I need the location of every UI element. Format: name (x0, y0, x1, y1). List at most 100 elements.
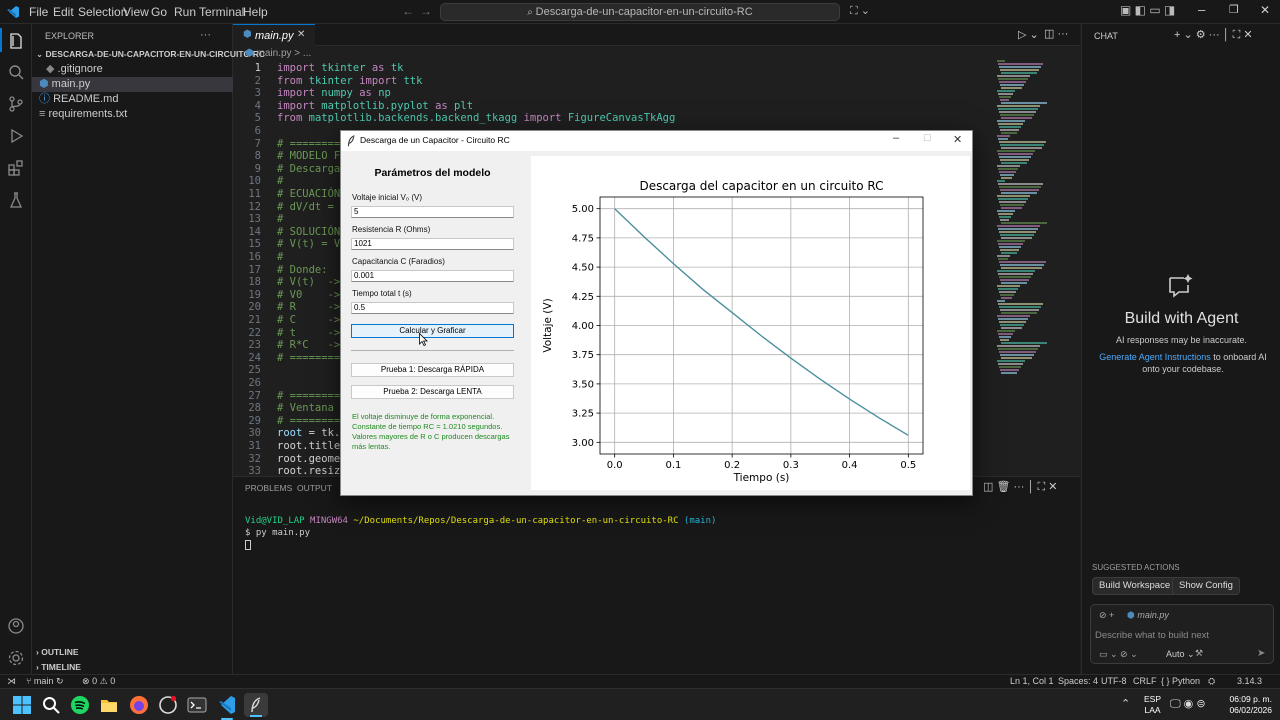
send-icon[interactable]: ➤ (1257, 648, 1265, 659)
run-file-icon[interactable]: ▷ ⌄ (1018, 28, 1039, 41)
file-requirements[interactable]: ≡ requirements.txt (32, 107, 233, 122)
layout-toggle-icons[interactable]: ▣ ◧ ▭ ◨ (1120, 3, 1175, 17)
testing-flask-icon[interactable] (7, 191, 25, 209)
code-line: from tkinter import ttk (277, 74, 423, 87)
outline-section[interactable]: › OUTLINE (32, 645, 233, 660)
close-window-icon[interactable]: ✕ (1260, 3, 1270, 17)
menu-go[interactable]: Go (151, 5, 167, 19)
model-picker[interactable]: Auto ⌄ (1166, 649, 1195, 660)
clock[interactable]: 06:09 p. m. 06/02/2026 (1222, 694, 1272, 716)
x-tick-label: 0.0 (607, 460, 623, 471)
source-control-icon[interactable] (7, 95, 25, 113)
back-arrow-icon[interactable]: ← (402, 4, 414, 18)
extensions-icon[interactable] (7, 159, 25, 177)
chat-toolbar-icons[interactable]: + ⌄ ⚙ ··· │ ⛶ ✕ (1174, 28, 1253, 42)
firefox-icon[interactable] (129, 695, 149, 715)
menu-run[interactable]: Run (174, 5, 196, 19)
close-tab-icon[interactable]: ✕ (297, 29, 305, 40)
show-config-button[interactable]: Show Config (1172, 577, 1240, 595)
tk-minimize-icon[interactable]: – (893, 132, 899, 144)
capacitance-input[interactable]: 0.001 (351, 270, 514, 282)
attach-icon[interactable]: ⊘ + (1099, 610, 1114, 621)
error-count: 0 (92, 676, 98, 686)
minimap[interactable] (995, 60, 1075, 380)
language-mode[interactable]: { } Python (1161, 676, 1200, 686)
minimap-line (998, 258, 1008, 260)
voltage-input[interactable]: 5 (351, 206, 514, 218)
menu-selection[interactable]: Selection (78, 5, 127, 19)
spotify-icon[interactable] (70, 695, 90, 715)
minimap-line (998, 348, 1038, 350)
indentation[interactable]: Spaces: 4 (1058, 676, 1098, 686)
context-file-chip[interactable]: ⬢ main.py (1127, 610, 1169, 621)
python-window-taskbar-item[interactable] (244, 693, 268, 717)
vscode-taskbar-icon[interactable] (217, 695, 237, 715)
slow-discharge-button[interactable]: Prueba 2: Descarga LENTA (351, 385, 514, 399)
remote-icon[interactable]: ⋊ (7, 676, 16, 687)
plot-canvas[interactable]: 0.0 0.1 0.2 0.3 0.4 0.5 3.00 3.25 3.50 3.75 4.00 4.… (531, 156, 970, 490)
file-gitignore[interactable]: ◆ .gitignore (32, 62, 233, 77)
build-workspace-button[interactable]: Build Workspace (1092, 577, 1178, 595)
github-desktop-icon[interactable] (158, 695, 178, 715)
minimize-icon[interactable]: – (1198, 2, 1205, 17)
agent-instructions-link[interactable]: Generate Agent Instructions (1099, 352, 1211, 362)
file-readme[interactable]: ⓘ README.md (32, 92, 233, 107)
menu-edit[interactable]: Edit (53, 5, 74, 19)
timeline-section[interactable]: › TIMELINE (32, 660, 233, 675)
resistance-input[interactable]: 1021 (351, 238, 514, 250)
calculate-plot-button[interactable]: Calcular y Graficar (351, 324, 514, 338)
tools-icon[interactable]: ⚒ (1195, 648, 1203, 659)
tk-close-icon[interactable]: ✕ (953, 133, 962, 146)
run-debug-icon[interactable] (7, 127, 25, 145)
command-center-search[interactable]: ⌕ Descarga-de-un-capacitor-en-un-circuit… (440, 3, 840, 21)
taskbar-search-icon[interactable] (41, 695, 61, 715)
windows-start-icon[interactable] (12, 695, 32, 715)
minimap-line (1001, 147, 1042, 149)
minimap-line (1000, 324, 1024, 326)
input-language[interactable]: ESP LAA (1144, 694, 1161, 716)
tk-maximize-icon[interactable]: ☐ (923, 133, 931, 144)
explorer-files-icon[interactable] (7, 32, 25, 50)
project-folder[interactable]: ⌄ DESCARGA-DE-UN-CAPACITOR-EN-UN-CIRCUIT… (32, 47, 265, 62)
tab-problems[interactable]: PROBLEMS (245, 483, 292, 493)
time-input[interactable]: 0.5 (351, 302, 514, 314)
minimap-line (1001, 357, 1032, 359)
copilot-icon[interactable]: ⛶ ⌄ (850, 4, 870, 18)
split-editor-icon[interactable]: ◫ ··· (1044, 27, 1068, 40)
maximize-icon[interactable]: ❐ (1229, 3, 1239, 16)
tab-main-py[interactable]: ⬢ main.py ✕ (233, 24, 315, 46)
copilot-status-icon[interactable]: ⛭ (1208, 676, 1215, 687)
minimap-line (1001, 117, 1032, 119)
python-version[interactable]: 3.14.3 (1237, 676, 1262, 686)
menu-terminal[interactable]: Terminal (199, 5, 244, 19)
file-main-py[interactable]: ⬢ main.py (32, 77, 233, 92)
account-icon[interactable] (7, 617, 25, 635)
file-explorer-icon[interactable] (99, 695, 119, 715)
chat-input-box[interactable]: ⊘ + ⬢ main.py Describe what to build nex… (1090, 604, 1274, 664)
line-number: 22 (248, 326, 261, 339)
settings-gear-icon[interactable] (7, 649, 25, 667)
chat-mode-icons[interactable]: ▭ ⌄ ⊘ ⌄ (1099, 649, 1138, 660)
line-number: 16 (248, 251, 261, 263)
forward-arrow-icon[interactable]: → (420, 4, 432, 18)
panel-actions-icons[interactable]: ◫ 🗑 ··· │ ⛶ ✕ (983, 480, 1057, 494)
clock-time: 06:09 p. m. (1229, 694, 1272, 704)
tray-chevron-icon[interactable]: ⌃ (1121, 697, 1130, 710)
line-ending[interactable]: CRLF (1133, 676, 1157, 686)
menu-help[interactable]: Help (243, 5, 268, 19)
search-icon[interactable] (7, 63, 25, 81)
fast-discharge-button[interactable]: Prueba 1: Descarga RÁPIDA (351, 363, 514, 377)
problems-indicator[interactable]: ⊗ 0 ⚠ 0 (82, 676, 115, 687)
code-line: import tkinter as tk (277, 62, 404, 74)
branch-indicator[interactable]: ⑂ main ↻ (26, 676, 64, 687)
terminal-app-icon[interactable] (187, 695, 207, 715)
menu-view[interactable]: View (123, 5, 149, 19)
tab-output[interactable]: OUTPUT (297, 483, 332, 493)
cursor-position[interactable]: Ln 1, Col 1 (1010, 676, 1054, 686)
menu-file[interactable]: File (29, 5, 48, 19)
tray-status-icons[interactable]: 🖵 ◉ ⊜ (1170, 697, 1206, 711)
encoding[interactable]: UTF-8 (1101, 676, 1127, 686)
breadcrumb[interactable]: ⬢ main.py > ... (245, 48, 311, 59)
suggested-actions-header: SUGGESTED ACTIONS (1092, 563, 1180, 572)
more-actions-icon[interactable]: ··· (200, 29, 211, 41)
